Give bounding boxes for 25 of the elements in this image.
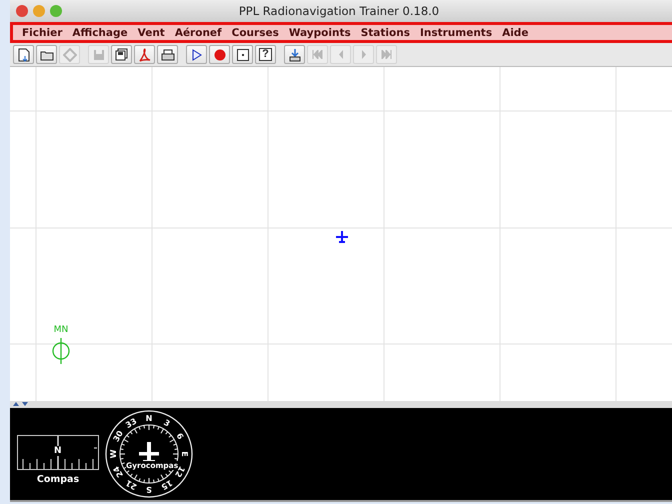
- menu-item[interactable]: Instruments: [414, 26, 498, 38]
- dial-label: 15: [160, 478, 174, 492]
- menu-item[interactable]: Affichage: [67, 26, 133, 38]
- menu-item[interactable]: Aéronef: [170, 26, 227, 38]
- dial-label: 30: [112, 429, 125, 444]
- compass-heading-label: N: [53, 446, 63, 456]
- menu-item[interactable]: Stations: [356, 26, 415, 38]
- dial-label: 21: [124, 478, 138, 492]
- dial-label: E: [180, 451, 189, 457]
- dial-label: 3: [162, 418, 172, 429]
- help-button[interactable]: ?: [255, 45, 276, 64]
- dial-label: 24: [112, 464, 125, 479]
- dial-label: 6: [174, 432, 186, 441]
- dial-label: 33: [124, 416, 138, 430]
- dial-label: S: [146, 485, 152, 494]
- menu-item[interactable]: Fichier: [17, 26, 68, 38]
- dial-label: W: [109, 450, 118, 458]
- menu-item[interactable]: Aide: [497, 26, 534, 38]
- magnetic-north-label: MN: [54, 325, 68, 335]
- dial-label: N: [146, 414, 152, 423]
- menu-item[interactable]: Courses: [226, 26, 284, 38]
- menu-item[interactable]: Vent: [132, 26, 170, 38]
- compass-label: Compas: [36, 474, 80, 485]
- menu-item[interactable]: Waypoints: [284, 26, 356, 38]
- window-title: PPL Radionavigation Trainer 0.18.0: [238, 4, 440, 18]
